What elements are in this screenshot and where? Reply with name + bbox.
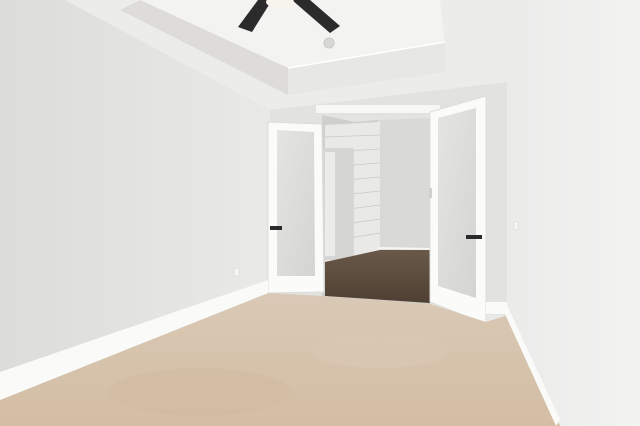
door-hinge [429,188,432,198]
hallway-door [325,152,335,256]
baseboard-back [486,302,507,314]
outlet-right [513,221,519,231]
french-door-right[interactable] [429,95,487,325]
hallway-back-wall [378,118,430,250]
frosted-glass-panel-left [277,130,315,276]
frosted-glass-panel-right [438,108,476,298]
smoke-detector [323,37,335,49]
room-scene [0,0,640,426]
french-door-left[interactable] [267,121,325,294]
door-handle-right[interactable] [466,235,482,239]
door-handle-left[interactable] [270,226,282,230]
outlet [233,267,240,277]
door-casing [316,105,440,113]
